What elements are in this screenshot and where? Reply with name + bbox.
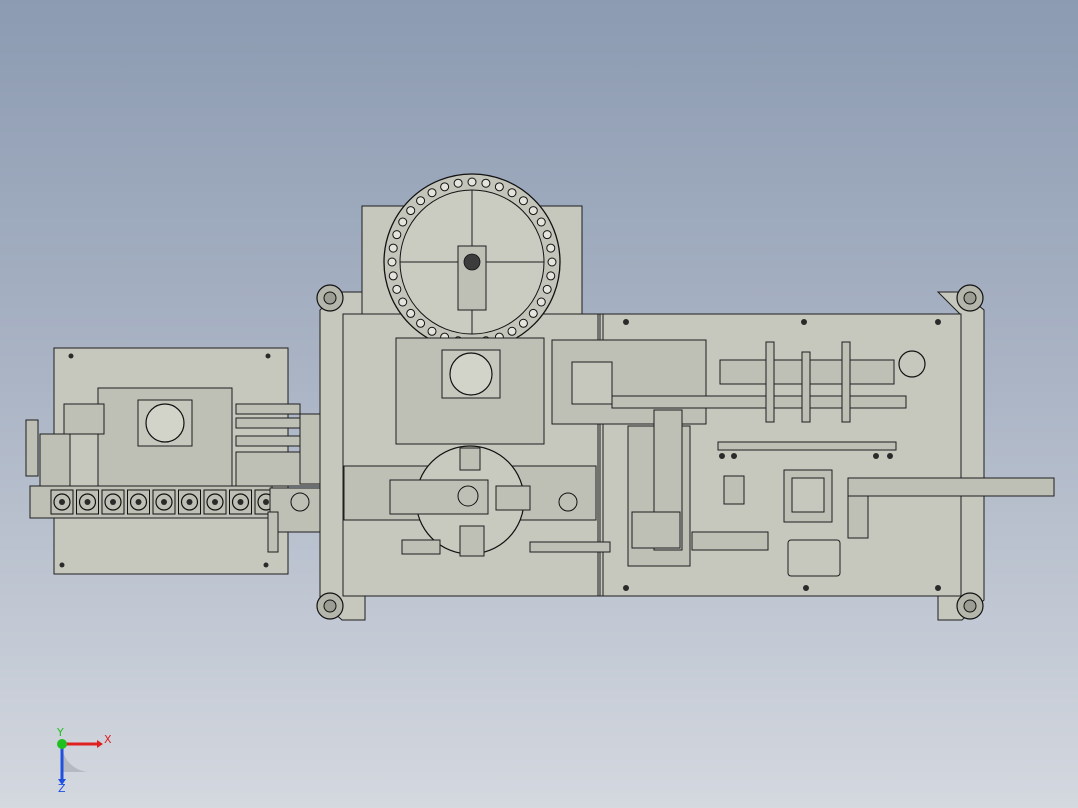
center-right-clamp (495, 485, 531, 511)
nest-hole (388, 271, 398, 281)
right-transfer-window (571, 361, 613, 405)
screw (59, 562, 65, 568)
nest-hole (528, 308, 538, 318)
wheel-hub (84, 499, 91, 505)
nest-hole (398, 297, 408, 307)
nest-hole (392, 230, 402, 240)
wheel-hub (186, 499, 193, 505)
right-pillar-1 (765, 341, 775, 423)
right-inspect-window (791, 477, 825, 513)
screw (873, 453, 879, 459)
left-window-ring (145, 403, 185, 443)
wheel-hub (237, 499, 244, 505)
center-top-jaw (459, 447, 481, 471)
z-axis-label: Z (58, 782, 66, 795)
cad-viewport[interactable]: X Y Z (0, 0, 1078, 808)
screw (801, 319, 807, 325)
nest-hole (536, 217, 546, 227)
nest-hole (547, 257, 557, 267)
screw (68, 353, 74, 359)
screw (719, 453, 725, 459)
right-cutout (787, 539, 841, 577)
screw (887, 453, 893, 459)
nest-hole (467, 177, 477, 187)
left-rail-2 (235, 417, 301, 429)
triad-shadow (62, 744, 90, 772)
right-slide-base (691, 531, 769, 551)
right-cylinder-block (723, 475, 745, 505)
screw (263, 562, 269, 568)
leveling-foot-core (323, 599, 337, 613)
right-slide-head (631, 511, 681, 549)
right-pillar-3 (841, 341, 851, 423)
nest-hole (507, 188, 517, 198)
center-bottom-jaw (459, 525, 485, 557)
right-pillar-2 (801, 351, 811, 423)
right-conveyor-motor (847, 495, 869, 539)
nest-hole (528, 206, 538, 216)
x-axis-label: X (104, 733, 112, 746)
nest-hole (546, 271, 556, 281)
left-side-block (63, 403, 105, 435)
wheel-hub (110, 499, 116, 505)
nest-hole (518, 196, 528, 206)
nest-hole (494, 182, 504, 192)
nest-hole (387, 257, 397, 267)
nest-hole (392, 284, 402, 294)
center-lower-block (401, 539, 441, 555)
screw (623, 319, 629, 325)
nest-hole (427, 188, 437, 198)
screw (623, 585, 629, 591)
machine-drawing[interactable]: X Y Z (0, 0, 1078, 808)
nest-hole (507, 326, 517, 336)
left-rail-1 (235, 403, 301, 415)
nest-hole (427, 326, 437, 336)
x-axis-arrow (97, 740, 103, 748)
wheel-row (50, 489, 278, 515)
leveling-foot-core (323, 291, 337, 305)
disc-hub (463, 253, 481, 271)
nest-hole (398, 217, 408, 227)
nest-hole (453, 178, 463, 188)
right-output-conveyor (847, 477, 1055, 497)
screw (803, 585, 809, 591)
screw (935, 319, 941, 325)
right-lower-rail (717, 441, 897, 451)
screw (935, 585, 941, 591)
orientation-triad: X Y Z (56, 726, 112, 795)
left-module[interactable] (25, 347, 355, 575)
right-long-rail (611, 395, 907, 409)
center-pusher (389, 479, 489, 515)
wheel-hub (263, 499, 269, 505)
leveling-foot-core (963, 291, 977, 305)
nest-hole (546, 243, 556, 253)
nest-hole (416, 196, 426, 206)
nest-hole (481, 178, 491, 188)
nest-hole (542, 284, 552, 294)
nest-hole (518, 318, 528, 328)
wheel-hub (161, 499, 167, 505)
nest-hole (406, 308, 416, 318)
left-post (267, 511, 279, 553)
leveling-foot-core (963, 599, 977, 613)
nest-hole (416, 318, 426, 328)
left-cylinder (25, 419, 39, 477)
nest-hole (542, 230, 552, 240)
nest-hole (406, 206, 416, 216)
nest-hole (440, 182, 450, 192)
nest-hole (536, 297, 546, 307)
wheel-hub (135, 499, 142, 505)
screw (731, 453, 737, 459)
wheel-hub (59, 499, 65, 505)
nest-hole (388, 243, 398, 253)
screw (265, 353, 271, 359)
y-axis-label: Y (56, 726, 64, 739)
center-lower-rail (529, 541, 611, 553)
center-window-ring (449, 352, 493, 396)
y-axis-dot (57, 739, 67, 749)
wheel-hub (212, 499, 218, 505)
left-arm-bracket (299, 413, 323, 485)
